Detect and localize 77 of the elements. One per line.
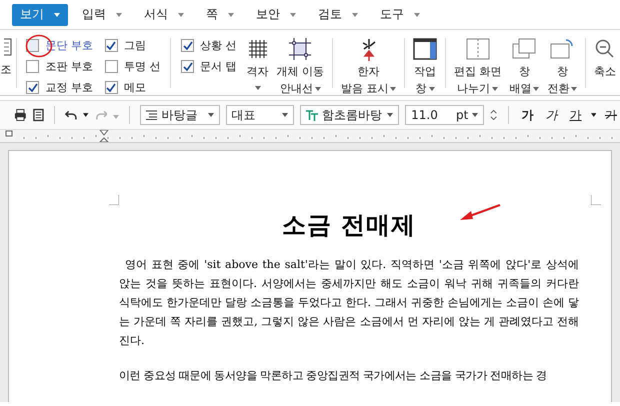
- checkmark-icon: [28, 82, 38, 92]
- corner-mark-icon: [591, 195, 601, 205]
- corner-mark-icon: [109, 195, 119, 205]
- ribbon-button[interactable]: 조: [0, 62, 12, 77]
- caret-icon: [83, 113, 89, 117]
- checkbox-option[interactable]: 메모: [104, 79, 160, 95]
- caret-icon: [472, 113, 478, 117]
- ribbon-button[interactable]: 한자 발음 표시: [336, 30, 400, 95]
- caret-icon: [314, 86, 321, 90]
- split-screen-icon: [466, 38, 490, 60]
- caret-icon: [113, 115, 120, 119]
- print-icon[interactable]: [14, 108, 27, 122]
- font-size-field[interactable]: 11.0 pt: [405, 105, 484, 125]
- strikethrough-button[interactable]: 가: [602, 106, 620, 124]
- caret-icon: [571, 86, 578, 90]
- caret-icon: [54, 12, 60, 16]
- checkbox-option[interactable]: 조판 부호: [26, 58, 93, 75]
- caret-icon: [590, 113, 596, 117]
- menu-tab[interactable]: 쪽: [198, 4, 242, 26]
- ribbon-button[interactable]: 창 전환: [543, 30, 582, 95]
- menu-tab[interactable]: 검토: [310, 4, 366, 26]
- body-paragraph: 영어 표현 중에 'sit above the salt'라는 말이 있다. 직역하면 '소금 위쪽에 앉다'로 상석에 앉는 것을 뜻하는 표현이다. 서양에서는 중세까지만 해도 소금이 워낙 귀해 귀족들의 커다란 식탁에도 한가운데만 달랑 소금통을 두었다고 한다. 그래서 귀중한 손님에게는 소금이 손에 닿는 가운데 쪽 자리를 권했고, 그렇지 않은 사람은 소금에서 먼 자리에 앉는 게 관례였다고 전해진다.: [119, 257, 579, 349]
- style-dropdown[interactable]: 바탕글: [140, 105, 220, 125]
- caret-icon: [208, 113, 214, 117]
- caret-icon: [290, 12, 296, 16]
- caret-icon: [352, 12, 358, 16]
- caret-icon: [492, 86, 498, 90]
- checkbox-option[interactable]: 교정 부호: [26, 79, 93, 95]
- menu-tab[interactable]: 보기: [12, 4, 68, 26]
- ribbon-button[interactable]: 축소: [590, 30, 620, 79]
- checkbox-option[interactable]: 상황 선: [181, 37, 237, 54]
- page-icon[interactable]: [32, 108, 44, 122]
- window-arrange-icon: [512, 38, 536, 60]
- checkmark-icon: [182, 40, 193, 50]
- ribbon-button[interactable]: 격자: [242, 30, 273, 95]
- checkmark-icon: [106, 40, 116, 50]
- checkmark-icon: [106, 82, 116, 92]
- zoom-out-icon: [595, 39, 616, 59]
- ribbon-button[interactable]: 개체 이동 안내선: [272, 30, 328, 95]
- italic-button[interactable]: 가: [542, 106, 561, 124]
- caret-icon: [387, 113, 394, 117]
- font-icon: [306, 110, 318, 120]
- checkbox-option[interactable]: 그림: [104, 37, 160, 54]
- checkbox-option[interactable]: 투명 선: [104, 58, 160, 75]
- paragraph-style-icon: [146, 110, 158, 120]
- menu-tab[interactable]: 보안: [248, 4, 304, 26]
- caret-icon: [414, 12, 420, 16]
- menu-tab[interactable]: 서식: [136, 4, 192, 26]
- ribbon-button[interactable]: 편집 화면 나누기: [450, 30, 506, 95]
- caret-icon: [390, 86, 396, 90]
- caret-icon: [116, 12, 122, 16]
- outline-dropdown[interactable]: 대표: [226, 105, 294, 125]
- checkbox-option[interactable]: 문서 탭: [181, 58, 237, 75]
- font-dropdown[interactable]: 함초롬바탕: [300, 105, 400, 125]
- pane-icon: [413, 38, 438, 60]
- caret-icon: [178, 12, 184, 16]
- guide-lines-icon: [289, 38, 312, 60]
- document-title: 소금 전매제: [282, 209, 416, 241]
- menu-tab[interactable]: 도구: [372, 4, 428, 26]
- caret-icon: [228, 12, 234, 16]
- caret-icon: [533, 86, 540, 90]
- body-paragraph: 이런 중요성 때문에 동서양을 막론하고 중앙집권적 국가에서는 소금을 국가가 전매하는 경: [119, 368, 548, 384]
- caret-icon: [428, 86, 435, 90]
- underline-button[interactable]: 가: [566, 106, 585, 124]
- menu-tab[interactable]: 입력: [74, 4, 130, 26]
- annotation-arrow: [459, 203, 501, 223]
- grid-icon: [248, 39, 268, 59]
- spinner-icon[interactable]: [490, 108, 498, 122]
- ribbon-button[interactable]: 창 배열: [505, 30, 544, 95]
- caret-icon: [254, 86, 261, 90]
- window-switch-icon: [550, 38, 574, 60]
- undo-icon[interactable]: [64, 109, 78, 121]
- bold-button[interactable]: 가: [518, 106, 537, 124]
- caret-icon: [282, 113, 288, 117]
- page-icon: [4, 38, 12, 56]
- ribbon-button[interactable]: 작업 창: [409, 30, 442, 95]
- checkmark-icon: [182, 62, 193, 72]
